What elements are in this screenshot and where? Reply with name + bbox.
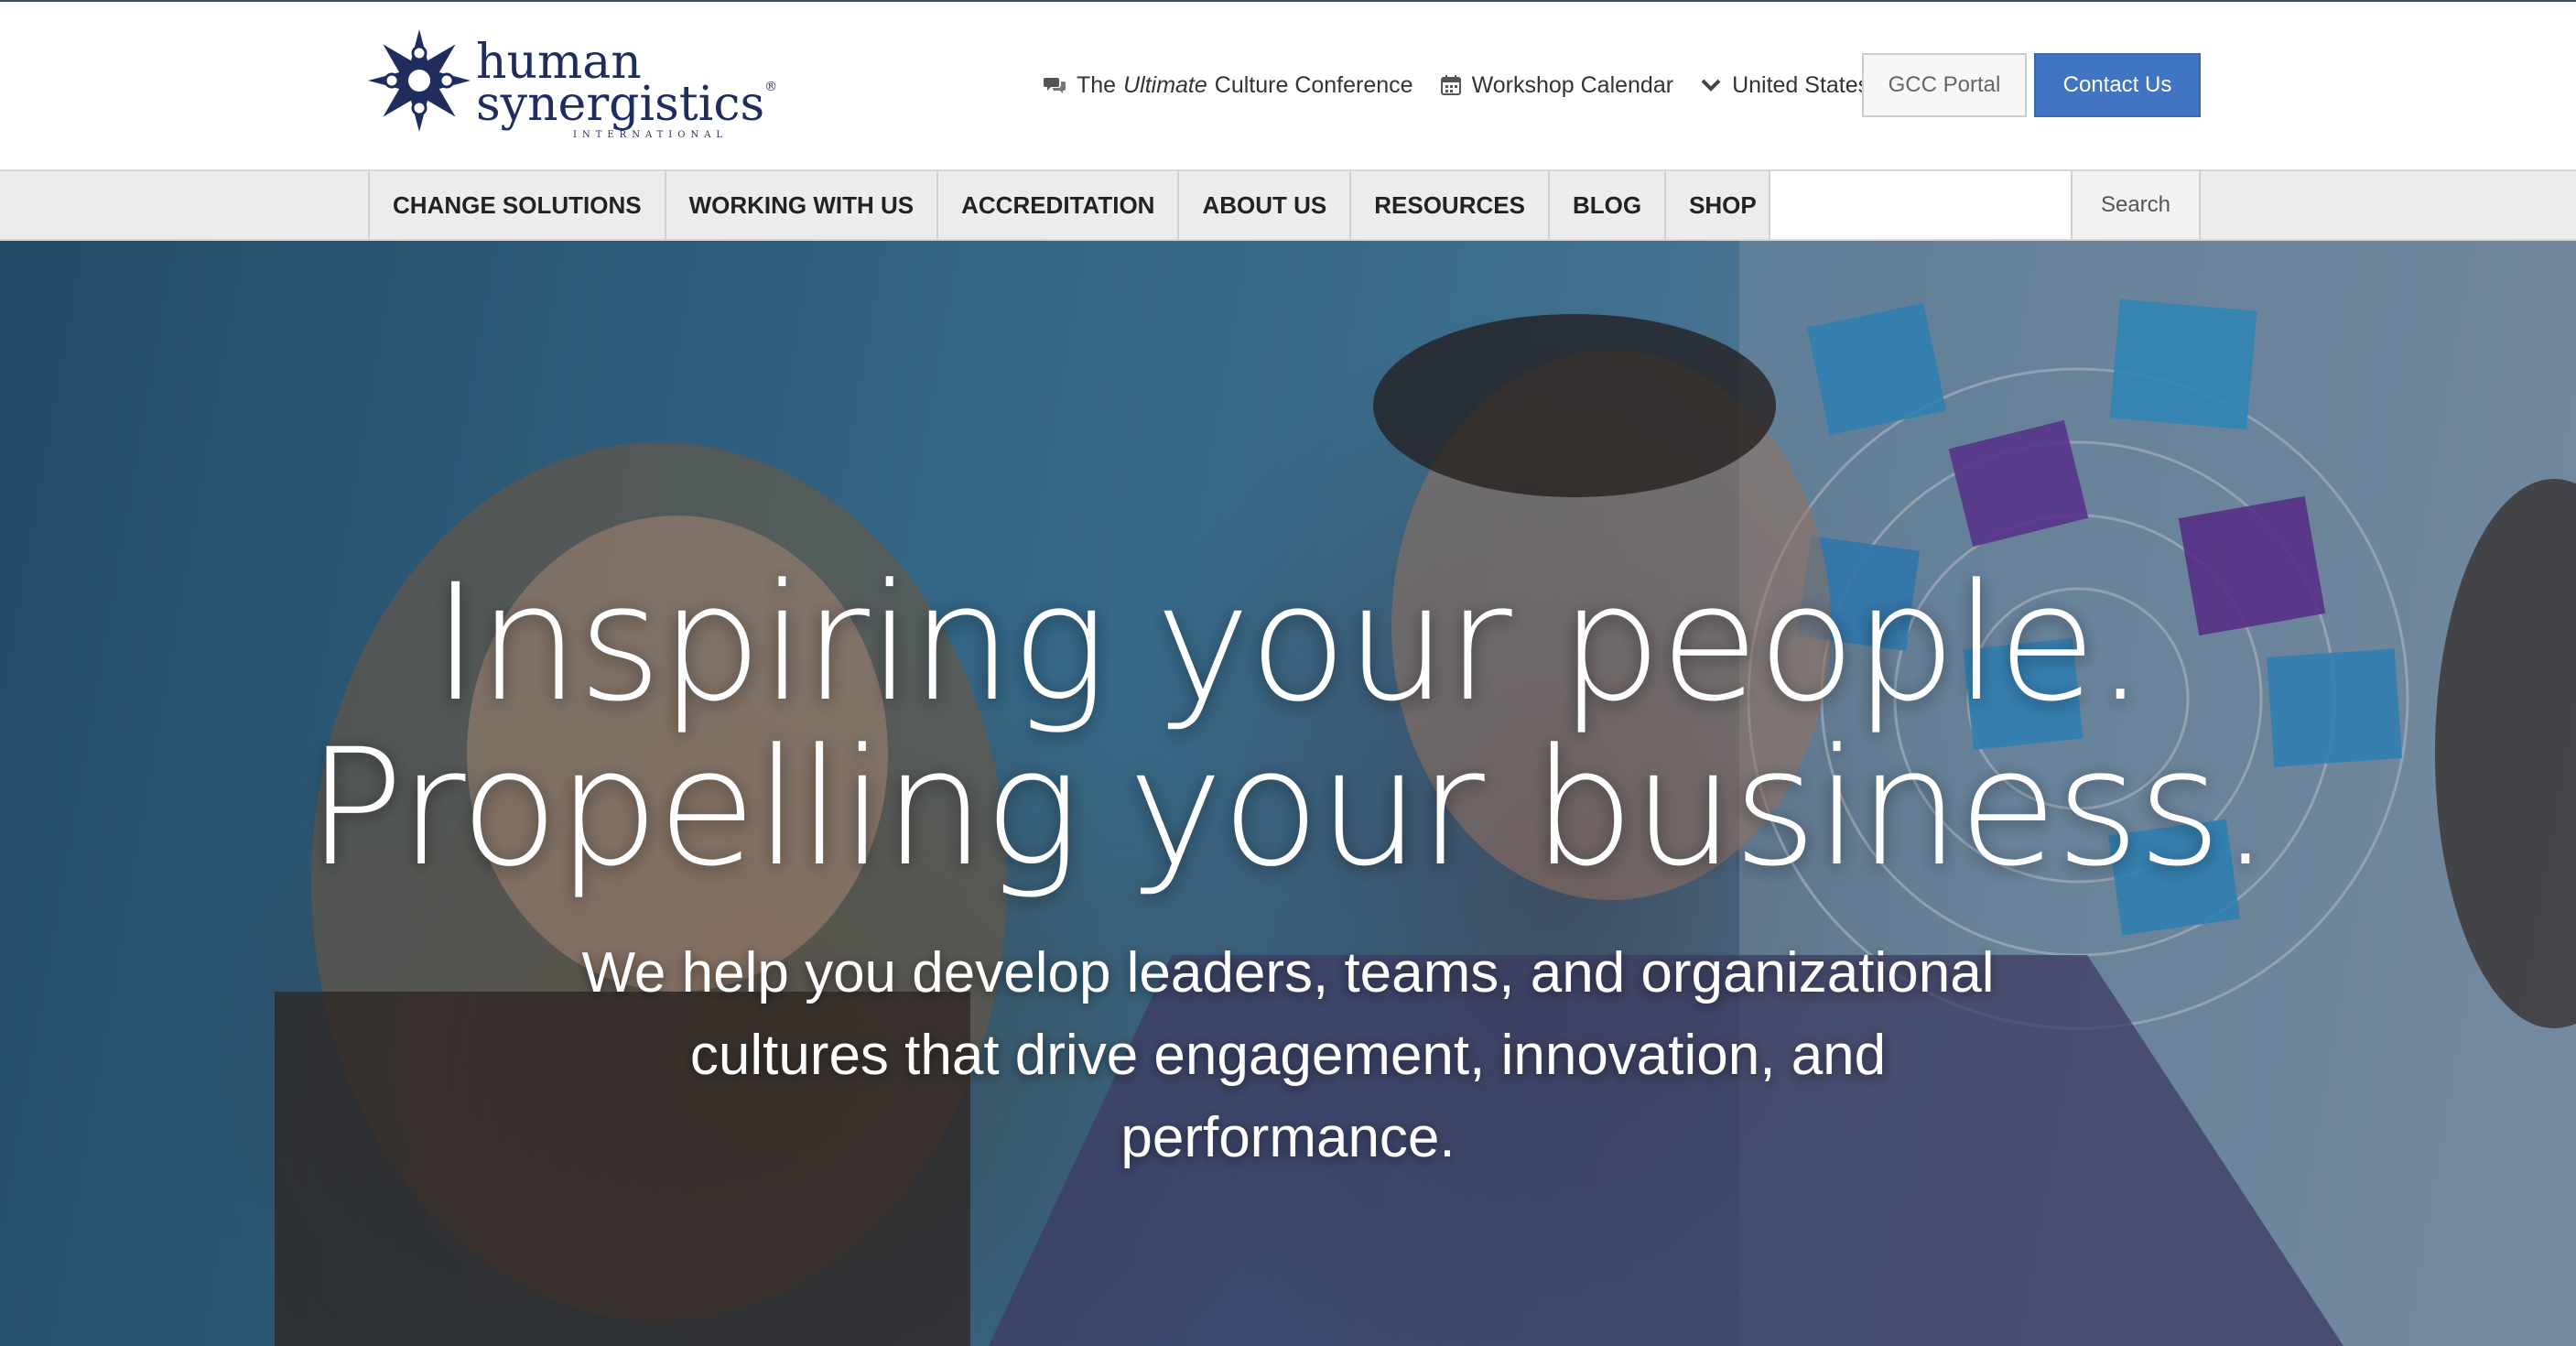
nav-items: CHANGE SOLUTIONS WORKING WITH US ACCREDI… — [368, 171, 1781, 239]
gcc-portal-button[interactable]: GCC Portal — [1862, 53, 2027, 117]
conference-link[interactable]: The Ultimate Culture Conference — [1044, 72, 1413, 99]
hero-headline-line-1: Inspiring your people. — [431, 549, 2146, 737]
hero-subheadline: We help you develop leaders, teams, and … — [581, 941, 1995, 1169]
logo-star-icon — [368, 29, 471, 132]
hero-headline: Inspiring your people. Propelling your b… — [0, 561, 2576, 891]
region-selector[interactable]: United States — [1701, 72, 1869, 99]
logo-tagline: INTERNATIONAL — [573, 130, 729, 140]
site-header: human synergistics® INTERNATIONAL The Ul… — [0, 0, 2576, 169]
hero-banner: Inspiring your people. Propelling your b… — [0, 241, 2576, 1346]
nav-item-change-solutions[interactable]: CHANGE SOLUTIONS — [368, 171, 665, 239]
nav-item-resources[interactable]: RESOURCES — [1349, 171, 1548, 239]
main-navigation: CHANGE SOLUTIONS WORKING WITH US ACCREDI… — [0, 169, 2576, 241]
registered-mark: ® — [764, 80, 778, 94]
conference-suffix: Culture Conference — [1214, 71, 1413, 98]
nav-item-shop[interactable]: SHOP — [1664, 171, 1781, 239]
logo-line-2: synergistics® — [476, 81, 777, 128]
conference-emphasis: Ultimate — [1123, 71, 1207, 98]
conference-prefix: The — [1077, 71, 1117, 98]
search-button[interactable]: Search — [2071, 171, 2201, 239]
logo[interactable]: human synergistics® INTERNATIONAL — [366, 27, 777, 147]
nav-item-blog[interactable]: BLOG — [1547, 171, 1664, 239]
workshop-calendar-link[interactable]: Workshop Calendar — [1440, 71, 1674, 99]
contact-us-button[interactable]: Contact Us — [2034, 53, 2201, 117]
region-label: United States — [1732, 71, 1870, 98]
nav-item-about-us[interactable]: ABOUT US — [1177, 171, 1349, 239]
utility-links: The Ultimate Culture Conference Workshop… — [1044, 51, 1897, 119]
calendar-icon — [1440, 75, 1461, 95]
workshop-calendar-label: Workshop Calendar — [1471, 71, 1674, 98]
nav-item-working-with-us[interactable]: WORKING WITH US — [664, 171, 937, 239]
chevron-down-icon — [1701, 78, 1721, 92]
logo-line-2-text: synergistics — [476, 77, 765, 132]
search-input[interactable] — [1769, 171, 2071, 239]
hero-headline-line-2: Propelling your business. — [307, 714, 2271, 902]
chat-bubbles-icon — [1044, 76, 1066, 94]
logo-wordmark: human synergistics® — [476, 38, 777, 128]
nav-item-accreditation[interactable]: ACCREDITATION — [936, 171, 1177, 239]
